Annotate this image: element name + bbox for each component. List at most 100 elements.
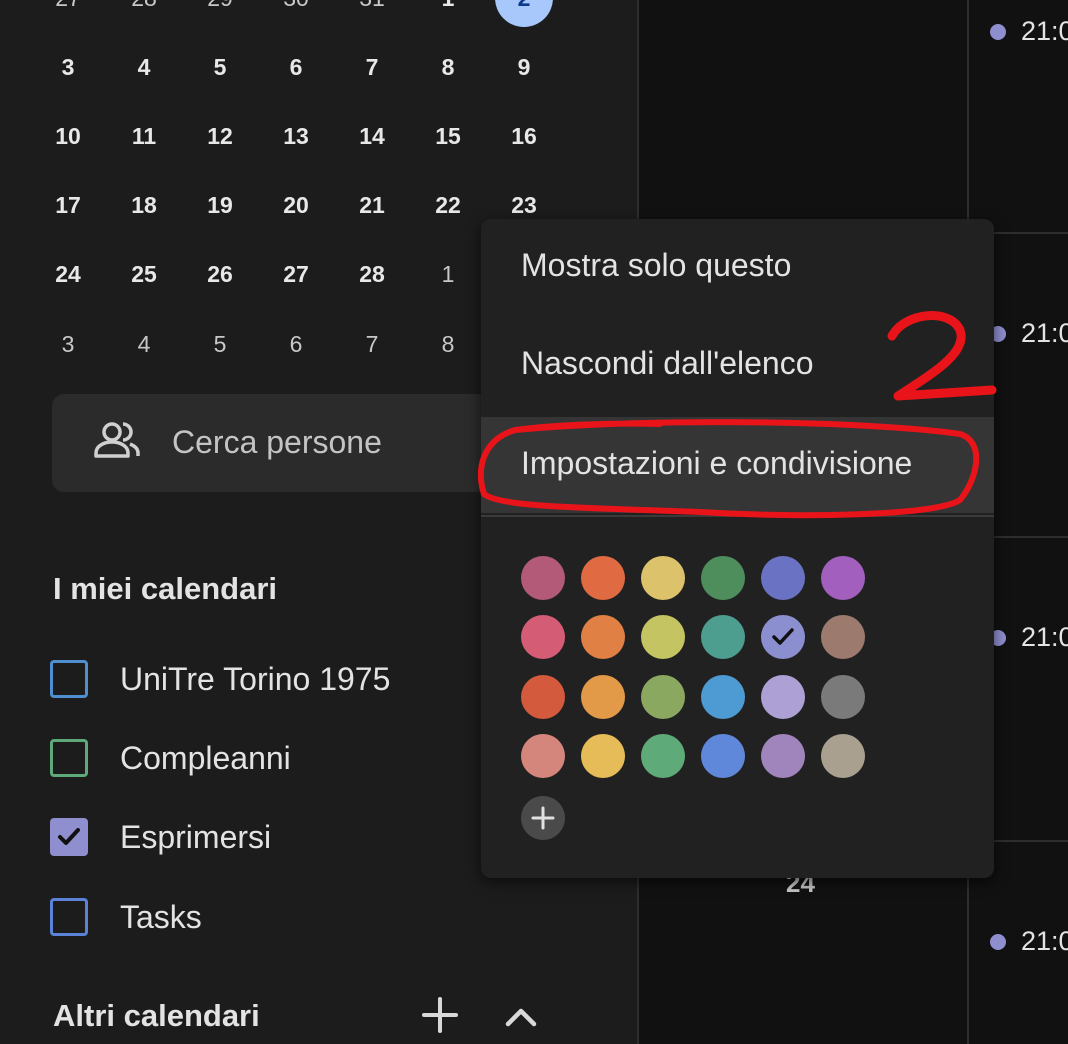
menu-item-label: Mostra solo questo	[521, 247, 792, 283]
event-time: 21:0	[1021, 926, 1068, 956]
mini-calendar-day[interactable]: 8	[418, 45, 478, 89]
color-swatch[interactable]	[821, 734, 865, 778]
mini-calendar-day[interactable]: 7	[342, 45, 402, 89]
mini-calendar-day[interactable]: 10	[38, 114, 98, 158]
mini-calendar-day[interactable]: 6	[266, 45, 326, 89]
event-chip[interactable]: 21:0	[990, 16, 1068, 47]
mini-calendar-day[interactable]: 15	[418, 114, 478, 158]
event-time: 21:0	[1021, 318, 1068, 348]
mini-calendar-day[interactable]: 22	[418, 183, 478, 227]
mini-calendar-day[interactable]: 28	[342, 252, 402, 296]
people-icon	[94, 422, 140, 458]
mini-calendar-day[interactable]: 29	[190, 0, 250, 20]
color-swatch[interactable]	[581, 734, 625, 778]
calendar-label: UniTre Torino 1975	[120, 660, 391, 697]
chevron-up-icon	[505, 1008, 537, 1027]
mini-calendar-day[interactable]: 3	[38, 45, 98, 89]
mini-calendar-day[interactable]: 6	[266, 322, 326, 366]
color-swatch[interactable]	[821, 675, 865, 719]
calendar-options-menu: Mostra solo questo Nascondi dall'elenco …	[481, 219, 994, 878]
event-time: 21:0	[1021, 16, 1068, 46]
mini-calendar-day[interactable]: 26	[190, 252, 250, 296]
add-custom-color-button[interactable]	[521, 796, 565, 840]
color-swatch[interactable]	[761, 556, 805, 600]
mini-calendar-day[interactable]: 12	[190, 114, 250, 158]
color-swatch[interactable]	[521, 556, 565, 600]
mini-calendar-day[interactable]: 18	[114, 183, 174, 227]
calendar-item-tasks[interactable]: Tasks	[50, 894, 202, 940]
mini-calendar-day[interactable]: 17	[38, 183, 98, 227]
menu-item-hide-from-list[interactable]: Nascondi dall'elenco	[481, 317, 994, 413]
color-swatch[interactable]	[701, 556, 745, 600]
mini-calendar-day[interactable]: 4	[114, 45, 174, 89]
mini-calendar-day[interactable]: 8	[418, 322, 478, 366]
mini-calendar-day[interactable]: 1	[418, 0, 478, 20]
mini-calendar-day[interactable]: 25	[114, 252, 174, 296]
mini-calendar-day[interactable]: 1	[418, 252, 478, 296]
menu-item-settings-and-sharing[interactable]: Impostazioni e condivisione	[481, 417, 994, 513]
color-swatch[interactable]	[581, 615, 625, 659]
collapse-other-calendars-button[interactable]	[496, 992, 546, 1042]
today-marker: 2	[495, 0, 553, 27]
color-swatch[interactable]	[641, 675, 685, 719]
color-swatch[interactable]	[701, 615, 745, 659]
mini-calendar-day[interactable]: 11	[114, 114, 174, 158]
mini-calendar-day[interactable]: 5	[190, 45, 250, 89]
plus-icon	[422, 997, 458, 1033]
my-calendars-title: I miei calendari	[53, 571, 277, 606]
color-swatch[interactable]	[821, 556, 865, 600]
mini-calendar-day[interactable]: 24	[38, 252, 98, 296]
mini-calendar-day[interactable]: 7	[342, 322, 402, 366]
calendar-checkbox[interactable]	[50, 739, 88, 777]
search-people-field[interactable]: Cerca persone	[52, 394, 502, 492]
mini-calendar-day[interactable]: 27	[38, 0, 98, 20]
menu-item-show-only-this[interactable]: Mostra solo questo	[481, 219, 994, 315]
mini-calendar-day[interactable]: 31	[342, 0, 402, 20]
color-swatch[interactable]	[521, 615, 565, 659]
color-swatch[interactable]	[761, 615, 805, 659]
event-chip[interactable]: 21:0	[990, 318, 1068, 349]
color-swatch[interactable]	[581, 556, 625, 600]
color-swatch[interactable]	[761, 734, 805, 778]
mini-calendar-day[interactable]: 5	[190, 322, 250, 366]
menu-item-label: Nascondi dall'elenco	[521, 345, 814, 381]
color-swatch[interactable]	[641, 734, 685, 778]
event-chip[interactable]: 21:0	[990, 926, 1068, 957]
mini-calendar-day[interactable]: 14	[342, 114, 402, 158]
mini-calendar-day[interactable]: 20	[266, 183, 326, 227]
calendar-item-unitre-torino-1975[interactable]: UniTre Torino 1975	[50, 656, 390, 702]
mini-calendar-day[interactable]: 16	[494, 114, 554, 158]
color-swatch[interactable]	[821, 615, 865, 659]
color-swatch[interactable]	[701, 734, 745, 778]
add-calendar-button[interactable]	[415, 990, 465, 1040]
calendar-checkbox[interactable]	[50, 818, 88, 856]
check-icon	[772, 628, 794, 645]
color-swatch[interactable]	[521, 675, 565, 719]
color-swatch[interactable]	[641, 615, 685, 659]
event-time: 21:0	[1021, 622, 1068, 652]
calendar-checkbox[interactable]	[50, 898, 88, 936]
mini-calendar-day[interactable]: 21	[342, 183, 402, 227]
calendar-item-esprimersi[interactable]: Esprimersi	[50, 814, 271, 860]
mini-calendar-day[interactable]: 19	[190, 183, 250, 227]
menu-item-label: Impostazioni e condivisione	[521, 445, 913, 481]
mini-calendar-today[interactable]: 2	[494, 0, 554, 27]
calendar-item-compleanni[interactable]: Compleanni	[50, 735, 291, 781]
calendar-checkbox[interactable]	[50, 660, 88, 698]
event-color-dot	[990, 23, 1006, 40]
mini-calendar-day[interactable]: 28	[114, 0, 174, 20]
mini-calendar-day[interactable]: 13	[266, 114, 326, 158]
event-chip[interactable]: 21:0	[990, 622, 1068, 653]
mini-calendar-day[interactable]: 27	[266, 252, 326, 296]
calendar-label: Tasks	[120, 898, 202, 935]
color-swatch[interactable]	[761, 675, 805, 719]
mini-calendar-day[interactable]: 30	[266, 0, 326, 20]
color-swatch[interactable]	[641, 556, 685, 600]
color-swatch[interactable]	[581, 675, 625, 719]
mini-calendar-day[interactable]: 4	[114, 322, 174, 366]
color-swatch[interactable]	[701, 675, 745, 719]
mini-calendar-day[interactable]: 3	[38, 322, 98, 366]
plus-icon	[531, 806, 555, 830]
color-swatch[interactable]	[521, 734, 565, 778]
mini-calendar-day[interactable]: 9	[494, 45, 554, 89]
